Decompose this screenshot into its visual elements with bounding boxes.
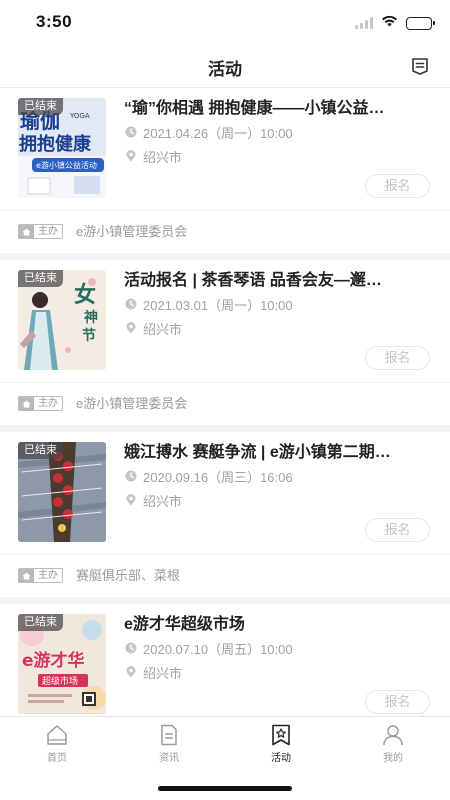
signup-button[interactable]: 报名 [365, 518, 430, 542]
poster-text: 节 [82, 327, 96, 344]
tab-profile[interactable]: 我的 [337, 723, 449, 767]
poster-text: 神 [84, 309, 98, 326]
status-icons [355, 14, 435, 32]
card-divider [0, 425, 450, 432]
activity-location: 绍兴市 [125, 494, 182, 510]
activity-title[interactable]: e游才华超级市场 [124, 614, 430, 636]
tab-label: 活动 [271, 753, 291, 764]
activity-card-body[interactable]: e游才华 超级市场 已结束 e游才华超级市场 2020.07.10（周五）10:… [0, 604, 450, 716]
activity-list[interactable]: 瑜伽 YOGA 拥抱健康 e游小镇公益活动 已结束 “瑜”你相遇 拥抱健康——小… [0, 88, 450, 716]
signup-button[interactable]: 报名 [365, 346, 430, 370]
activity-title[interactable]: 娥江搏水 赛艇争流 | e游小镇第二期… [124, 442, 430, 464]
activity-title[interactable]: “瑜”你相遇 拥抱健康——小镇公益… [124, 98, 430, 120]
activity-time: 2021.03.01（周一）10:00 [125, 298, 293, 314]
activity-card[interactable]: e游才华 超级市场 已结束 e游才华超级市场 2020.07.10（周五）10:… [0, 604, 450, 716]
poster-text: YOGA [69, 112, 90, 120]
card-divider [0, 597, 450, 604]
host-name: 赛艇俱乐部、菜根 [76, 568, 181, 583]
location-pin-icon [125, 150, 137, 166]
activity-location-text: 绍兴市 [143, 494, 183, 509]
tab-label: 资讯 [159, 753, 179, 764]
activity-location: 绍兴市 [125, 322, 182, 338]
poster-text: e游小镇公益活动 [36, 160, 97, 170]
activity-location: 绍兴市 [125, 666, 182, 682]
host-badge: 主办 [18, 224, 63, 239]
tab-label: 我的 [383, 753, 403, 764]
activity-poster[interactable]: 已结束 [18, 442, 106, 542]
location-pin-icon [125, 322, 137, 338]
home-icon [45, 723, 69, 747]
activity-time-text: 2020.09.16（周三）16:06 [143, 470, 293, 485]
signup-button[interactable]: 报名 [365, 690, 430, 714]
activity-location-text: 绍兴市 [143, 322, 183, 337]
activity-host: 主办 赛艇俱乐部、菜根 [0, 554, 450, 597]
home-indicator [158, 786, 292, 791]
tab-label: 首页 [47, 753, 67, 764]
ended-badge: 已结束 [18, 98, 63, 115]
filter-icon[interactable] [408, 54, 432, 78]
nav-bar: 活动 [0, 44, 450, 88]
poster-text: 拥抱健康 [19, 133, 92, 155]
activity-time-text: 2020.07.10（周五）10:00 [143, 642, 293, 657]
activity-card[interactable]: 女 神 节 已结束 活动报名 | 茶香琴语 品香会友—邂… 2021.03.01… [0, 260, 450, 425]
activity-location-text: 绍兴市 [143, 666, 183, 681]
activity-time: 2021.04.26（周一）10:00 [125, 126, 293, 142]
activity-time: 2020.07.10（周五）10:00 [125, 642, 293, 658]
tab-activity[interactable]: 活动 [225, 723, 337, 767]
wifi-icon [381, 14, 398, 32]
house-icon [19, 225, 34, 238]
activity-card-body[interactable]: 瑜伽 YOGA 拥抱健康 e游小镇公益活动 已结束 “瑜”你相遇 拥抱健康——小… [0, 88, 450, 210]
host-badge-label: 主办 [38, 570, 58, 581]
news-icon [157, 723, 181, 747]
status-bar: 3:50 [0, 0, 450, 44]
house-icon [19, 569, 34, 582]
activity-time-text: 2021.04.26（周一）10:00 [143, 126, 293, 141]
house-icon [19, 397, 34, 410]
location-pin-icon [125, 666, 137, 682]
ended-badge: 已结束 [18, 270, 63, 287]
clock-icon [125, 126, 137, 142]
activity-card-body[interactable]: 已结束 娥江搏水 赛艇争流 | e游小镇第二期… 2020.09.16（周三）1… [0, 432, 450, 554]
clock-icon [125, 642, 137, 658]
host-name: e游小镇管理委员会 [76, 224, 188, 239]
tab-home[interactable]: 首页 [1, 723, 113, 767]
host-badge-label: 主办 [38, 226, 58, 237]
activity-icon [269, 723, 293, 747]
status-time: 3:50 [36, 12, 73, 31]
activity-title[interactable]: 活动报名 | 茶香琴语 品香会友—邂… [124, 270, 430, 292]
activity-time: 2020.09.16（周三）16:06 [125, 470, 293, 486]
cellular-signal-icon [355, 17, 373, 29]
activity-location: 绍兴市 [125, 150, 182, 166]
activity-host: 主办 e游小镇管理委员会 [0, 210, 450, 253]
activity-location-text: 绍兴市 [143, 150, 183, 165]
activity-poster[interactable]: e游才华 超级市场 已结束 [18, 614, 106, 714]
ended-badge: 已结束 [18, 614, 63, 631]
host-badge: 主办 [18, 568, 63, 583]
host-name: e游小镇管理委员会 [76, 396, 188, 411]
activity-card-body[interactable]: 女 神 节 已结束 活动报名 | 茶香琴语 品香会友—邂… 2021.03.01… [0, 260, 450, 382]
clock-icon [125, 470, 137, 486]
poster-text: 超级市场 [42, 675, 78, 687]
activity-card[interactable]: 已结束 娥江搏水 赛艇争流 | e游小镇第二期… 2020.09.16（周三）1… [0, 432, 450, 597]
card-divider [0, 253, 450, 260]
battery-icon [406, 16, 435, 30]
page-title: 活动 [208, 60, 242, 79]
poster-text: e游才华 [22, 650, 85, 671]
ended-badge: 已结束 [18, 442, 63, 459]
location-pin-icon [125, 494, 137, 510]
activity-poster[interactable]: 瑜伽 YOGA 拥抱健康 e游小镇公益活动 已结束 [18, 98, 106, 198]
activity-time-text: 2021.03.01（周一）10:00 [143, 298, 293, 313]
host-badge-label: 主办 [38, 398, 58, 409]
host-badge: 主办 [18, 396, 63, 411]
activity-poster[interactable]: 女 神 节 已结束 [18, 270, 106, 370]
tab-news[interactable]: 资讯 [113, 723, 225, 767]
clock-icon [125, 298, 137, 314]
profile-icon [381, 723, 405, 747]
activity-card[interactable]: 瑜伽 YOGA 拥抱健康 e游小镇公益活动 已结束 “瑜”你相遇 拥抱健康——小… [0, 88, 450, 253]
signup-button[interactable]: 报名 [365, 174, 430, 198]
activity-host: 主办 e游小镇管理委员会 [0, 382, 450, 425]
